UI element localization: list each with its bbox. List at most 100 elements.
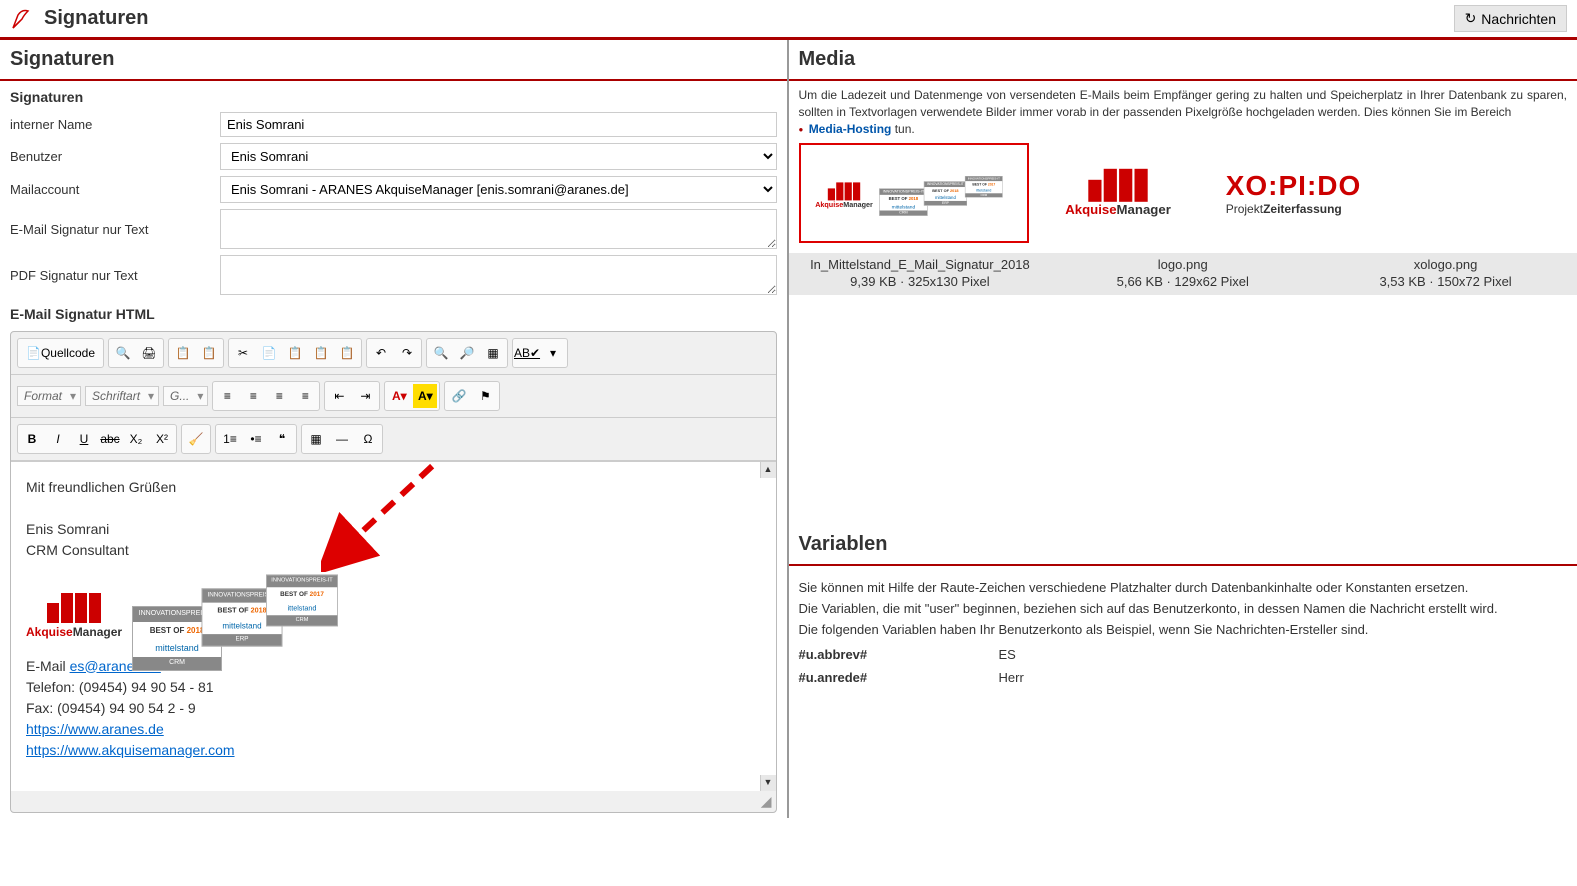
bg-color-button[interactable]: A▾ — [413, 384, 437, 408]
media-description: Um die Ladezeit und Datenmenge von verse… — [789, 81, 1577, 143]
subscript-button[interactable]: X₂ — [124, 427, 148, 451]
pdf-sig-textarea[interactable] — [220, 255, 777, 295]
top-bar: Signaturen ↻ Nachrichten — [0, 0, 1577, 40]
scroll-up-icon[interactable]: ▲ — [760, 462, 776, 478]
font-select[interactable]: Schriftart — [85, 386, 159, 406]
paste-word-button[interactable]: 📋 — [335, 341, 359, 365]
redo-button[interactable]: ↷ — [395, 341, 419, 365]
mailaccount-select[interactable]: Enis Somrani - ARANES AkquiseManager [en… — [220, 176, 777, 203]
editor-resize-handle[interactable]: ◢ — [11, 791, 776, 812]
align-right-button[interactable]: ≡ — [267, 384, 291, 408]
left-panel: Signaturen Signaturen interner Name Benu… — [0, 40, 789, 818]
signaturen-section-title: Signaturen — [0, 81, 787, 109]
replace-button[interactable]: 🔎 — [455, 341, 479, 365]
interner-name-input[interactable] — [220, 112, 777, 137]
media-file-row: In_Mittelstand_E_Mail_Signatur_2018 9,39… — [789, 253, 1577, 295]
link-button[interactable]: 🔗 — [447, 384, 471, 408]
variables-desc-3: Die folgenden Variablen haben Ihr Benutz… — [799, 622, 1568, 637]
variables-section: Sie können mit Hilfe der Raute-Zeichen v… — [789, 566, 1577, 697]
table-button[interactable]: ▦ — [304, 427, 328, 451]
align-center-button[interactable]: ≡ — [241, 384, 265, 408]
preview-button[interactable]: 🔍 — [111, 341, 135, 365]
media-thumbnails: AkquiseManager INNOVATIONSPREIS-ITBEST O… — [789, 143, 1577, 253]
variables-desc-2: Die Variablen, die mit "user" beginnen, … — [799, 601, 1568, 616]
print-button[interactable]: 🖨 — [137, 341, 161, 365]
badge-2017-crm: INNOVATIONSPREIS-IT BEST OF 2017 ittelst… — [266, 574, 338, 626]
sig-fax: Fax: (09454) 94 90 54 2 - 9 — [26, 698, 761, 719]
bullet-icon: ● — [799, 125, 804, 134]
sig-url-2[interactable]: https://www.akquisemanager.com — [26, 742, 235, 758]
outdent-button[interactable]: ⇤ — [327, 384, 351, 408]
format-select[interactable]: Format — [17, 386, 81, 406]
media-hosting-link[interactable]: Media-Hosting — [809, 122, 892, 136]
sig-name: Enis Somrani — [26, 519, 761, 540]
var-val: ES — [999, 647, 1016, 662]
editor-toolbar-2: Format Schriftart G... ≡ ≡ ≡ ≡ ⇤ ⇥ A▾ A▾ — [11, 375, 776, 418]
selectall-button[interactable]: ▦ — [481, 341, 505, 365]
underline-button[interactable]: U — [72, 427, 96, 451]
anchor-button[interactable]: ⚑ — [473, 384, 497, 408]
editor-content[interactable]: ▲ Mit freundlichen Grüßen Enis Somrani C… — [11, 461, 776, 791]
right-panel: Media Um die Ladezeit und Datenmenge von… — [789, 40, 1577, 818]
variables-desc-1: Sie können mit Hilfe der Raute-Zeichen v… — [799, 580, 1568, 595]
html-sig-section-title: E-Mail Signatur HTML — [0, 298, 787, 326]
thumb-xologo-png[interactable]: XO:PI:DO ProjektZeiterfassung — [1209, 143, 1379, 243]
spellcheck-button[interactable]: AB✔ — [515, 341, 539, 365]
refresh-button[interactable]: ↻ Nachrichten — [1454, 5, 1567, 32]
strike-button[interactable]: abc — [98, 427, 122, 451]
superscript-button[interactable]: X² — [150, 427, 174, 451]
feather-icon — [10, 7, 34, 31]
variables-panel-header: Variablen — [789, 525, 1577, 566]
spell-toggle-button[interactable]: ▾ — [541, 341, 565, 365]
special-char-button[interactable]: Ω — [356, 427, 380, 451]
quellcode-button[interactable]: 📄 Quellcode — [20, 341, 101, 365]
html-editor: 📄 Quellcode 🔍 🖨 📋 📋 ✂ 📄 📋 📋 📋 — [10, 331, 777, 813]
interner-name-label: interner Name — [10, 117, 220, 132]
media-panel-header: Media — [789, 40, 1577, 81]
text-sig-textarea[interactable] — [220, 209, 777, 249]
header-left: Signaturen — [10, 7, 148, 31]
size-select[interactable]: G... — [163, 386, 208, 406]
akquisemanager-logo: AkquiseManager — [26, 593, 122, 641]
numbered-list-button[interactable]: 1≡ — [218, 427, 242, 451]
removeformat-button[interactable]: 🧹 — [184, 427, 208, 451]
hr-button[interactable]: — — [330, 427, 354, 451]
refresh-label: Nachrichten — [1481, 11, 1556, 27]
file-cell-2[interactable]: xologo.png 3,53 KB · 150x72 Pixel — [1314, 257, 1577, 291]
cut-button[interactable]: ✂ — [231, 341, 255, 365]
thumb-signature-image[interactable]: AkquiseManager INNOVATIONSPREIS-ITBEST O… — [799, 143, 1029, 243]
sig-phone: Telefon: (09454) 94 90 54 - 81 — [26, 677, 761, 698]
blockquote-button[interactable]: ❝ — [270, 427, 294, 451]
templates-button[interactable]: 📋 — [171, 341, 195, 365]
italic-button[interactable]: I — [46, 427, 70, 451]
paste-text-button[interactable]: 📋 — [309, 341, 333, 365]
file-cell-0[interactable]: In_Mittelstand_E_Mail_Signatur_2018 9,39… — [789, 257, 1052, 291]
paste-button[interactable]: 📋 — [283, 341, 307, 365]
text-sig-label: E-Mail Signatur nur Text — [10, 222, 220, 237]
refresh-icon: ↻ — [1465, 10, 1477, 27]
templates2-button[interactable]: 📋 — [197, 341, 221, 365]
indent-button[interactable]: ⇥ — [353, 384, 377, 408]
page-title: Signaturen — [44, 7, 148, 30]
var-key: #u.abbrev# — [799, 647, 999, 662]
align-justify-button[interactable]: ≡ — [293, 384, 317, 408]
benutzer-select[interactable]: Enis Somrani — [220, 143, 777, 170]
undo-button[interactable]: ↶ — [369, 341, 393, 365]
var-row-abbrev: #u.abbrev# ES — [799, 643, 1568, 666]
var-val: Herr — [999, 670, 1024, 685]
text-color-button[interactable]: A▾ — [387, 384, 411, 408]
benutzer-label: Benutzer — [10, 149, 220, 164]
scroll-down-icon[interactable]: ▼ — [760, 775, 776, 791]
sig-role: CRM Consultant — [26, 540, 761, 561]
align-left-button[interactable]: ≡ — [215, 384, 239, 408]
bullet-list-button[interactable]: •≡ — [244, 427, 268, 451]
sig-url-1[interactable]: https://www.aranes.de — [26, 721, 164, 737]
sig-logos: AkquiseManager INNOVATIONSPREIS-IT BEST … — [26, 576, 761, 641]
bold-button[interactable]: B — [20, 427, 44, 451]
var-row-anrede: #u.anrede# Herr — [799, 666, 1568, 689]
find-button[interactable]: 🔍 — [429, 341, 453, 365]
file-cell-1[interactable]: logo.png 5,66 KB · 129x62 Pixel — [1051, 257, 1314, 291]
editor-toolbar-3: B I U abc X₂ X² 🧹 1≡ •≡ ❝ ▦ — — [11, 418, 776, 461]
copy-button[interactable]: 📄 — [257, 341, 281, 365]
thumb-logo-png[interactable]: AkquiseManager — [1044, 143, 1194, 243]
